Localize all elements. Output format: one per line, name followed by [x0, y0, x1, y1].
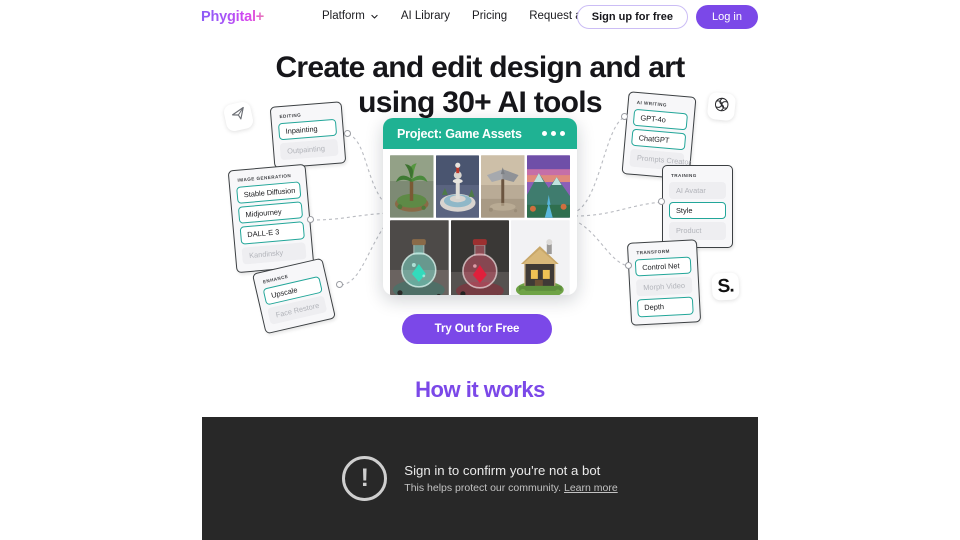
three-dots-icon[interactable]	[542, 131, 565, 136]
nav-item-platform[interactable]: Platform	[322, 10, 379, 22]
tool-chip-chatgpt[interactable]: ChatGPT	[630, 128, 687, 151]
tool-card-editing[interactable]: EDITING Inpainting Outpainting	[269, 101, 347, 170]
nav-item-platform-label: Platform	[322, 10, 365, 22]
tool-chip-midjourney[interactable]: Midjourney	[237, 201, 304, 225]
tool-chip-stable-diffusion[interactable]: Stable Diffusion	[236, 181, 302, 205]
project-title: Project: Game Assets	[397, 126, 522, 141]
connector-node-editing	[344, 130, 351, 137]
thumbnail-wooden-cottage[interactable]	[511, 220, 571, 295]
tool-chip-control-net[interactable]: Control Net	[634, 256, 692, 277]
thumbnail-row	[390, 155, 570, 218]
thumbnail-red-potion-bottle[interactable]	[450, 220, 510, 295]
bot-check-text: Sign in to confirm you're not a bot This…	[404, 463, 617, 494]
landing-page: Phygital+ Platform AI Library Pricing Re…	[0, 0, 960, 540]
thumbnail-row	[390, 220, 571, 295]
connector-node-ai-writing	[621, 113, 628, 120]
connector-node-transform	[625, 262, 632, 269]
project-card-header: Project: Game Assets	[383, 118, 577, 149]
chevron-down-icon	[370, 12, 379, 21]
tool-chip-inpainting[interactable]: Inpainting	[277, 118, 338, 141]
stability-s-icon: S.	[716, 275, 735, 298]
bot-check-subtitle-text: This helps protect our community.	[404, 482, 562, 494]
connector-node-training	[658, 198, 665, 205]
tool-chip-gpt4o[interactable]: GPT-4o	[632, 108, 689, 131]
bot-check-subtitle: This helps protect our community. Learn …	[404, 482, 617, 494]
tool-chip-outpainting[interactable]: Outpainting	[279, 138, 339, 161]
tool-card-training-title: TRAINING	[671, 173, 697, 178]
tool-chip-product[interactable]: Product	[669, 222, 726, 240]
tool-chip-dalle3[interactable]: DALL-E 3	[239, 221, 305, 245]
page-title-line1: Create and edit design and art	[275, 51, 685, 84]
stability-badge: S.	[711, 272, 740, 301]
try-out-free-button[interactable]: Try Out for Free	[402, 314, 552, 344]
exclamation-circle-icon: !	[342, 456, 388, 501]
video-player[interactable]: ! Sign in to confirm you're not a bot Th…	[202, 417, 758, 540]
learn-more-link[interactable]: Learn more	[564, 482, 618, 494]
logo[interactable]: Phygital+	[201, 9, 264, 25]
login-button[interactable]: Log in	[696, 5, 758, 29]
thumbnail-fountain-statue[interactable]	[435, 155, 480, 218]
project-card[interactable]: Project: Game Assets	[383, 118, 577, 295]
auth-actions: Sign up for free Log in	[576, 5, 758, 29]
tool-chip-morph-video[interactable]: Morph Video	[635, 276, 693, 297]
telegram-badge	[222, 100, 255, 133]
project-thumbnail-grid	[383, 149, 577, 295]
thumbnail-palm-tree-island[interactable]	[390, 155, 434, 218]
tool-chip-depth[interactable]: Depth	[636, 296, 694, 317]
connector-node-image-generation	[307, 216, 314, 223]
tool-card-ai-writing-title: AI WRITING	[636, 99, 668, 108]
site-header: Phygital+ Platform AI Library Pricing Re…	[0, 0, 960, 36]
thumbnail-teal-potion-bottle[interactable]	[390, 220, 449, 295]
nav-item-pricing[interactable]: Pricing	[472, 10, 507, 22]
connector-node-enhance	[336, 281, 343, 288]
paper-plane-icon	[228, 105, 248, 129]
main-nav: Platform AI Library Pricing Request a de…	[322, 10, 614, 22]
tool-card-training[interactable]: TRAINING AI Avatar Style Product	[662, 165, 733, 248]
openai-icon	[712, 95, 731, 119]
tool-card-image-generation[interactable]: IMAGE GENERATION Stable Diffusion Midjou…	[227, 163, 315, 273]
tools-diagram: EDITING Inpainting Outpainting IMAGE GEN…	[0, 85, 960, 335]
bot-check-title: Sign in to confirm you're not a bot	[404, 463, 601, 478]
tool-card-editing-title: EDITING	[279, 112, 302, 120]
tool-card-transform-title: TRANSFORM	[636, 248, 670, 256]
tool-chip-style[interactable]: Style	[669, 202, 726, 220]
thumbnail-pixel-mountains[interactable]	[526, 155, 571, 218]
thumbnail-battle-axe[interactable]	[481, 155, 525, 218]
tool-chip-ai-avatar[interactable]: AI Avatar	[669, 182, 726, 200]
openai-badge	[706, 91, 737, 122]
nav-item-ai-library[interactable]: AI Library	[401, 10, 450, 22]
tool-chip-kandinsky[interactable]: Kandinsky	[241, 241, 307, 265]
tool-card-transform[interactable]: TRANSFORM Control Net Morph Video Depth	[626, 239, 702, 326]
bot-check-overlay: ! Sign in to confirm you're not a bot Th…	[202, 417, 758, 540]
signup-button[interactable]: Sign up for free	[576, 5, 689, 29]
how-it-works-heading: How it works	[415, 377, 545, 402]
